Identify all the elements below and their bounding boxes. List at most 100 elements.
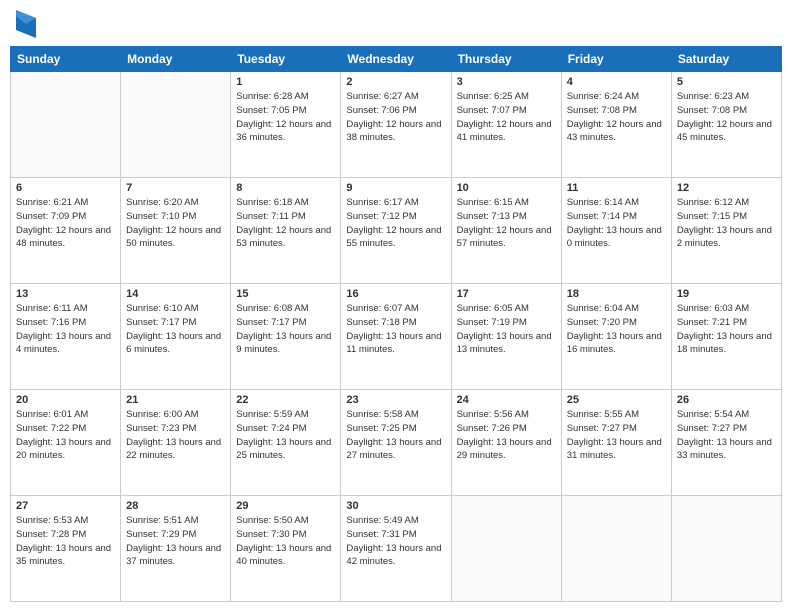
day-number: 25 [567, 394, 666, 406]
day-info: Sunrise: 5:55 AM Sunset: 7:27 PM Dayligh… [567, 408, 666, 463]
day-number: 27 [16, 500, 115, 512]
day-cell: 23 Sunrise: 5:58 AM Sunset: 7:25 PM Dayli… [341, 390, 451, 496]
day-info: Sunrise: 5:56 AM Sunset: 7:26 PM Dayligh… [457, 408, 556, 463]
day-number: 28 [126, 500, 225, 512]
day-info: Sunrise: 6:20 AM Sunset: 7:10 PM Dayligh… [126, 196, 225, 251]
day-number: 13 [16, 288, 115, 300]
day-cell [671, 496, 781, 602]
day-number: 6 [16, 182, 115, 194]
day-info: Sunrise: 6:01 AM Sunset: 7:22 PM Dayligh… [16, 408, 115, 463]
day-info: Sunrise: 5:51 AM Sunset: 7:29 PM Dayligh… [126, 514, 225, 569]
day-number: 12 [677, 182, 776, 194]
day-info: Sunrise: 6:05 AM Sunset: 7:19 PM Dayligh… [457, 302, 556, 357]
day-info: Sunrise: 5:50 AM Sunset: 7:30 PM Dayligh… [236, 514, 335, 569]
day-info: Sunrise: 6:18 AM Sunset: 7:11 PM Dayligh… [236, 196, 335, 251]
day-number: 2 [346, 76, 445, 88]
day-cell: 25 Sunrise: 5:55 AM Sunset: 7:27 PM Dayli… [561, 390, 671, 496]
day-info: Sunrise: 5:53 AM Sunset: 7:28 PM Dayligh… [16, 514, 115, 569]
day-cell: 24 Sunrise: 5:56 AM Sunset: 7:26 PM Dayli… [451, 390, 561, 496]
day-cell: 15 Sunrise: 6:08 AM Sunset: 7:17 PM Dayli… [231, 284, 341, 390]
day-cell: 12Sunrise: 6:12 AM Sunset: 7:15 PM Dayli… [671, 178, 781, 284]
day-number: 30 [346, 500, 445, 512]
weekday-header-saturday: Saturday [671, 47, 781, 72]
day-number: 7 [126, 182, 225, 194]
day-cell: 27 Sunrise: 5:53 AM Sunset: 7:28 PM Dayli… [11, 496, 121, 602]
day-cell [561, 496, 671, 602]
day-cell: 16Sunrise: 6:07 AM Sunset: 7:18 PM Dayli… [341, 284, 451, 390]
week-row-4: 27 Sunrise: 5:53 AM Sunset: 7:28 PM Dayli… [11, 496, 782, 602]
weekday-header-thursday: Thursday [451, 47, 561, 72]
page: SundayMondayTuesdayWednesdayThursdayFrid… [0, 0, 792, 612]
day-cell: 13 Sunrise: 6:11 AM Sunset: 7:16 PM Dayli… [11, 284, 121, 390]
weekday-header-monday: Monday [121, 47, 231, 72]
day-number: 29 [236, 500, 335, 512]
day-cell: 2 Sunrise: 6:27 AM Sunset: 7:06 PM Daylig… [341, 72, 451, 178]
week-row-3: 20 Sunrise: 6:01 AM Sunset: 7:22 PM Dayli… [11, 390, 782, 496]
day-cell [121, 72, 231, 178]
day-number: 11 [567, 182, 666, 194]
day-cell: 30 Sunrise: 5:49 AM Sunset: 7:31 PM Dayli… [341, 496, 451, 602]
day-info: Sunrise: 6:11 AM Sunset: 7:16 PM Dayligh… [16, 302, 115, 357]
day-info: Sunrise: 5:49 AM Sunset: 7:31 PM Dayligh… [346, 514, 445, 569]
day-number: 17 [457, 288, 556, 300]
day-info: Sunrise: 5:59 AM Sunset: 7:24 PM Dayligh… [236, 408, 335, 463]
day-info: Sunrise: 6:21 AM Sunset: 7:09 PM Dayligh… [16, 196, 115, 251]
day-cell: 20 Sunrise: 6:01 AM Sunset: 7:22 PM Dayli… [11, 390, 121, 496]
week-row-2: 13 Sunrise: 6:11 AM Sunset: 7:16 PM Dayli… [11, 284, 782, 390]
day-info: Sunrise: 6:24 AM Sunset: 7:08 PM Dayligh… [567, 90, 666, 145]
day-cell: 11 Sunrise: 6:14 AM Sunset: 7:14 PM Dayli… [561, 178, 671, 284]
day-info: Sunrise: 6:14 AM Sunset: 7:14 PM Dayligh… [567, 196, 666, 251]
day-number: 16 [346, 288, 445, 300]
day-info: Sunrise: 6:25 AM Sunset: 7:07 PM Dayligh… [457, 90, 556, 145]
day-number: 20 [16, 394, 115, 406]
weekday-header-row: SundayMondayTuesdayWednesdayThursdayFrid… [11, 47, 782, 72]
weekday-header-friday: Friday [561, 47, 671, 72]
day-info: Sunrise: 5:54 AM Sunset: 7:27 PM Dayligh… [677, 408, 776, 463]
day-cell: 1 Sunrise: 6:28 AM Sunset: 7:05 PM Daylig… [231, 72, 341, 178]
day-cell: 17 Sunrise: 6:05 AM Sunset: 7:19 PM Dayli… [451, 284, 561, 390]
weekday-header-sunday: Sunday [11, 47, 121, 72]
day-info: Sunrise: 5:58 AM Sunset: 7:25 PM Dayligh… [346, 408, 445, 463]
day-cell: 8 Sunrise: 6:18 AM Sunset: 7:11 PM Daylig… [231, 178, 341, 284]
day-number: 15 [236, 288, 335, 300]
day-cell: 29 Sunrise: 5:50 AM Sunset: 7:30 PM Dayli… [231, 496, 341, 602]
week-row-1: 6 Sunrise: 6:21 AM Sunset: 7:09 PM Daylig… [11, 178, 782, 284]
day-info: Sunrise: 6:15 AM Sunset: 7:13 PM Dayligh… [457, 196, 556, 251]
day-cell: 19Sunrise: 6:03 AM Sunset: 7:21 PM Dayli… [671, 284, 781, 390]
day-number: 22 [236, 394, 335, 406]
logo-icon [16, 10, 36, 38]
day-cell: 28 Sunrise: 5:51 AM Sunset: 7:29 PM Dayli… [121, 496, 231, 602]
day-cell: 7 Sunrise: 6:20 AM Sunset: 7:10 PM Daylig… [121, 178, 231, 284]
day-number: 24 [457, 394, 556, 406]
day-number: 14 [126, 288, 225, 300]
week-row-0: 1 Sunrise: 6:28 AM Sunset: 7:05 PM Daylig… [11, 72, 782, 178]
calendar-table: SundayMondayTuesdayWednesdayThursdayFrid… [10, 46, 782, 602]
day-number: 8 [236, 182, 335, 194]
day-cell: 21Sunrise: 6:00 AM Sunset: 7:23 PM Dayli… [121, 390, 231, 496]
day-info: Sunrise: 6:17 AM Sunset: 7:12 PM Dayligh… [346, 196, 445, 251]
day-cell: 22 Sunrise: 5:59 AM Sunset: 7:24 PM Dayli… [231, 390, 341, 496]
day-cell: 9Sunrise: 6:17 AM Sunset: 7:12 PM Daylig… [341, 178, 451, 284]
day-cell: 3 Sunrise: 6:25 AM Sunset: 7:07 PM Daylig… [451, 72, 561, 178]
day-cell [451, 496, 561, 602]
day-number: 5 [677, 76, 776, 88]
day-cell: 14Sunrise: 6:10 AM Sunset: 7:17 PM Dayli… [121, 284, 231, 390]
day-info: Sunrise: 6:04 AM Sunset: 7:20 PM Dayligh… [567, 302, 666, 357]
weekday-header-wednesday: Wednesday [341, 47, 451, 72]
day-number: 18 [567, 288, 666, 300]
day-cell: 6 Sunrise: 6:21 AM Sunset: 7:09 PM Daylig… [11, 178, 121, 284]
day-info: Sunrise: 6:00 AM Sunset: 7:23 PM Dayligh… [126, 408, 225, 463]
day-number: 1 [236, 76, 335, 88]
day-cell: 10Sunrise: 6:15 AM Sunset: 7:13 PM Dayli… [451, 178, 561, 284]
day-info: Sunrise: 6:27 AM Sunset: 7:06 PM Dayligh… [346, 90, 445, 145]
day-cell: 4Sunrise: 6:24 AM Sunset: 7:08 PM Daylig… [561, 72, 671, 178]
day-info: Sunrise: 6:08 AM Sunset: 7:17 PM Dayligh… [236, 302, 335, 357]
day-info: Sunrise: 6:28 AM Sunset: 7:05 PM Dayligh… [236, 90, 335, 145]
day-number: 19 [677, 288, 776, 300]
day-info: Sunrise: 6:23 AM Sunset: 7:08 PM Dayligh… [677, 90, 776, 145]
day-number: 26 [677, 394, 776, 406]
day-cell: 18 Sunrise: 6:04 AM Sunset: 7:20 PM Dayli… [561, 284, 671, 390]
day-number: 23 [346, 394, 445, 406]
day-number: 3 [457, 76, 556, 88]
header [10, 10, 782, 38]
